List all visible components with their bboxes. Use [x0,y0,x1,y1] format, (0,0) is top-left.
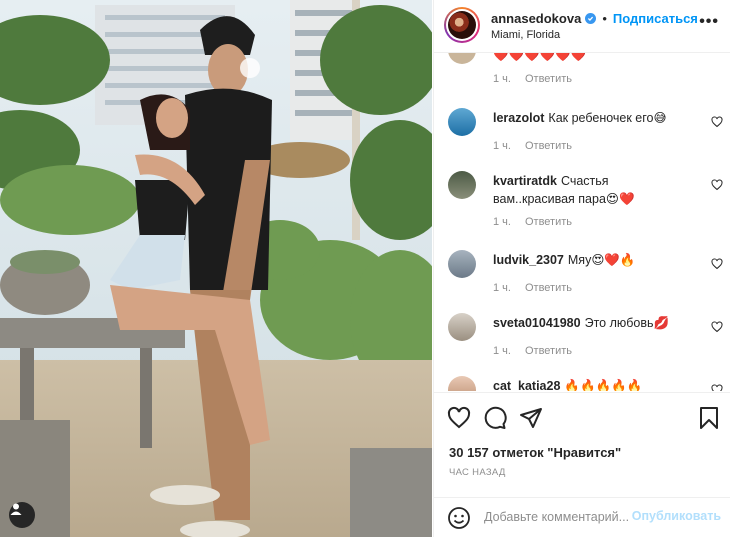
comment-text: kvartiratdk Счастья вам..красивая пара😍❤️ [493,172,689,208]
post-photo-illustration [0,0,432,537]
comment-meta: 1 ч. Ответить [493,140,572,152]
comment-avatar[interactable] [448,376,476,391]
comment-text: ❤️❤️❤️❤️❤️❤️ [493,53,689,64]
comment-body: Мяу😍❤️🔥 [567,253,636,267]
comment-body: ❤️❤️❤️❤️❤️❤️ [493,53,587,62]
comment-username[interactable]: sveta01041980 [493,316,581,330]
comment-avatar[interactable] [448,108,476,136]
comment-time[interactable]: 1 ч. [493,140,511,152]
share-paper-plane-icon[interactable] [519,406,543,430]
add-comment-bar: Опубликовать [434,497,730,538]
comment-avatar[interactable] [448,313,476,341]
comment-avatar[interactable] [448,53,476,64]
post-header: annasedokova • Подписаться Miami, Florid… [434,0,730,53]
publish-button[interactable]: Опубликовать [632,509,721,523]
comment-time[interactable]: 1 ч. [493,216,511,228]
follow-button[interactable]: Подписаться [613,11,698,26]
comment-meta: 1 ч. Ответить [493,282,572,294]
comment-like-icon[interactable] [711,321,723,333]
comment-meta: 1 ч. Ответить [493,345,572,357]
comment-body: Как ребеночек его😅 [548,111,667,125]
separator-dot: • [602,11,607,26]
comment-avatar[interactable] [448,250,476,278]
reply-button[interactable]: Ответить [525,282,572,294]
tagged-users-button[interactable] [9,502,35,528]
post-actions: 30 157 отметок "Нравится" ЧАС НАЗАД [434,392,730,513]
user-icon [10,503,22,515]
verified-badge-icon [585,13,597,24]
comment-bubble-icon[interactable] [483,406,507,430]
like-heart-icon[interactable] [447,406,471,430]
comment-time[interactable]: 1 ч. [493,345,511,357]
comment-body: Это любовь💋 [584,316,670,330]
comment-text: ludvik_2307 Мяу😍❤️🔥 [493,251,689,269]
comment-time[interactable]: 1 ч. [493,73,511,85]
reply-button[interactable]: Ответить [525,216,572,228]
comment-like-icon[interactable] [711,116,723,128]
comment-username[interactable]: cat_katia28 [493,379,560,391]
comments-list[interactable]: ❤️❤️❤️❤️❤️❤️ 1 ч. Ответить lerazolot Как р… [434,53,730,391]
comment-avatar[interactable] [448,171,476,199]
comment-like-icon[interactable] [711,179,723,191]
author-username[interactable]: annasedokova [491,11,581,26]
comment-like-icon[interactable] [711,258,723,270]
comment-like-icon[interactable] [711,384,723,391]
comment-username[interactable]: lerazolot [493,111,544,125]
bookmark-icon[interactable] [697,406,721,430]
comment-username[interactable]: kvartiratdk [493,174,557,188]
author-row: annasedokova • Подписаться [491,11,698,26]
likes-count[interactable]: 30 157 отметок "Нравится" [449,445,621,460]
comment-text: lerazolot Как ребеночек его😅 [493,109,689,127]
post-photo[interactable] [0,0,432,537]
reply-button[interactable]: Ответить [525,345,572,357]
more-horizontal-icon[interactable]: ••• [699,14,719,30]
post-time[interactable]: ЧАС НАЗАД [449,467,506,478]
post-sidebar: annasedokova • Подписаться Miami, Florid… [433,0,730,537]
comment-text: sveta01041980 Это любовь💋 [493,314,689,332]
comment-meta: 1 ч. Ответить [493,216,572,228]
comment-input[interactable] [484,507,634,527]
comment-username[interactable]: ludvik_2307 [493,253,564,267]
reply-button[interactable]: Ответить [525,140,572,152]
comment-time[interactable]: 1 ч. [493,282,511,294]
emoji-smiley-icon[interactable] [447,506,471,530]
post-location[interactable]: Miami, Florida [491,29,560,41]
comment-meta: 1 ч. Ответить [493,73,572,85]
comment-text: cat_katia28 🔥🔥🔥🔥🔥 [493,377,689,391]
reply-button[interactable]: Ответить [525,73,572,85]
author-avatar[interactable] [444,7,480,43]
comment-body: 🔥🔥🔥🔥🔥 [564,379,643,391]
